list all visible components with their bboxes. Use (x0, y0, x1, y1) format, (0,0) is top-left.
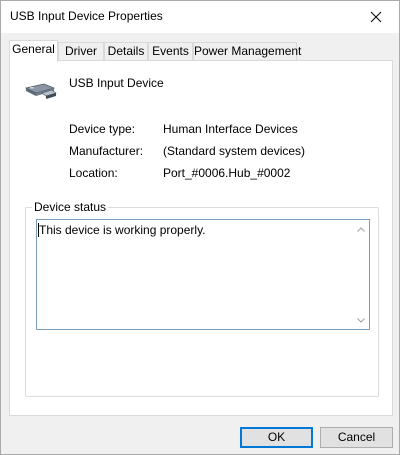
close-button[interactable] (353, 1, 399, 33)
manufacturer-label: Manufacturer: (69, 144, 144, 158)
title-bar: USB Input Device Properties (1, 1, 399, 33)
general-panel: USB Input Device Device type: Human Inte… (9, 60, 393, 416)
device-status-text: This device is working properly. (39, 223, 206, 237)
properties-dialog: USB Input Device Properties General Driv… (0, 0, 400, 455)
tab-driver[interactable]: Driver (58, 42, 104, 61)
device-type-label: Device type: (69, 122, 136, 136)
usb-device-icon (24, 83, 57, 99)
location-value: Port_#0006.Hub_#0002 (163, 166, 291, 180)
location-label: Location: (69, 166, 118, 180)
device-status-label: Device status (32, 200, 109, 214)
device-type-value: Human Interface Devices (163, 122, 298, 136)
tab-power-management[interactable]: Power Management (193, 42, 301, 61)
close-icon (370, 11, 382, 23)
scroll-up-button[interactable] (355, 223, 367, 235)
ok-button[interactable]: OK (240, 427, 313, 448)
cancel-button[interactable]: Cancel (320, 427, 393, 448)
manufacturer-value: (Standard system devices) (163, 144, 306, 158)
device-status-textbox[interactable]: This device is working properly. (36, 219, 370, 330)
device-status-group: Device status This device is working pro… (25, 200, 379, 397)
device-name: USB Input Device (69, 76, 164, 90)
tab-general[interactable]: General (9, 40, 58, 62)
chevron-down-icon (357, 317, 365, 323)
tab-events[interactable]: Events (148, 42, 193, 61)
chevron-up-icon (357, 226, 365, 232)
window-title: USB Input Device Properties (10, 9, 163, 23)
scroll-down-button[interactable] (355, 314, 367, 326)
tab-details[interactable]: Details (104, 42, 148, 61)
tab-strip: General Driver Details Events Power Mana… (9, 40, 393, 62)
